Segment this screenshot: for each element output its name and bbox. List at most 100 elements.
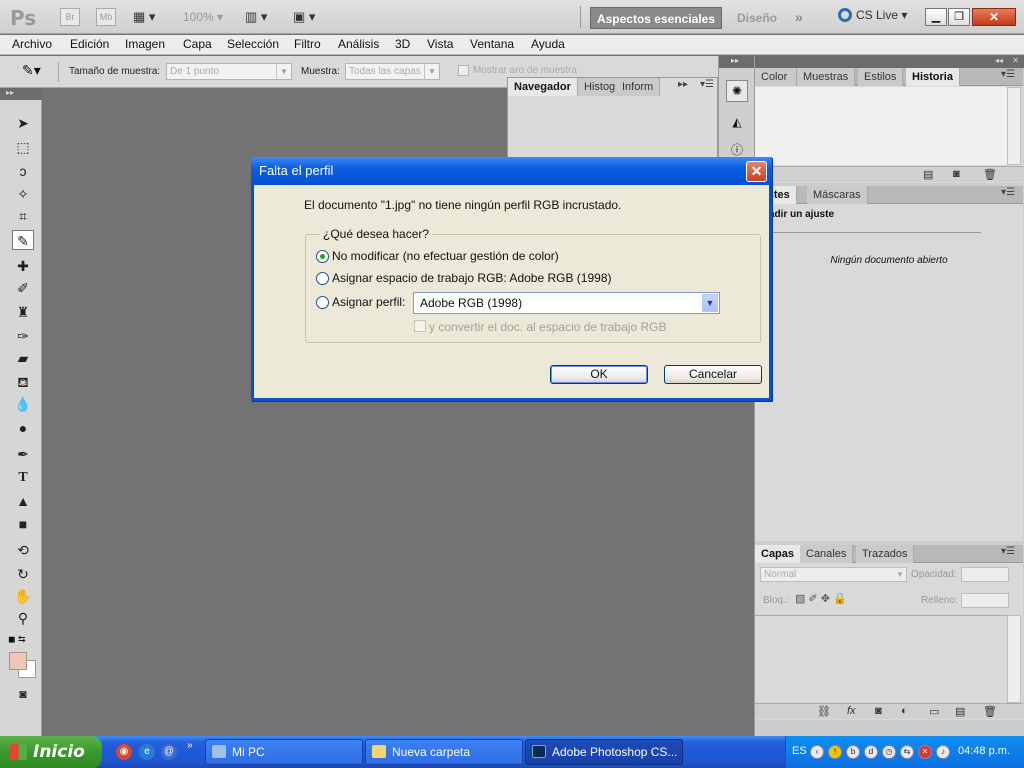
eyedropper-tool-icon[interactable]: ✎ — [12, 230, 34, 250]
lock-icons[interactable]: ▨ ✐ ✥ 🔒 — [795, 592, 847, 605]
menu-analisis[interactable]: Análisis — [338, 37, 379, 51]
3d-orbit-tool-icon[interactable]: ↻ — [12, 564, 34, 584]
cs-live-button[interactable]: CS Live ▾ — [838, 8, 907, 22]
arrange-documents-icon[interactable]: ▥ ▾ — [245, 10, 267, 24]
quick-selection-tool-icon[interactable]: ✧ — [12, 184, 34, 204]
eyedropper-preset-icon[interactable]: ✎▾ — [22, 62, 41, 79]
brush-tool-icon[interactable]: ✐ — [12, 278, 34, 298]
histogram-panel-icon[interactable]: ◭ — [726, 112, 748, 134]
dialog-title-bar[interactable]: Falta el perfil ✕ — [251, 157, 772, 185]
tab-color[interactable]: Color — [755, 68, 797, 86]
history-scrollbar[interactable] — [1007, 87, 1021, 165]
workspace-design-button[interactable]: Diseño — [737, 11, 777, 25]
zoom-tool-icon[interactable]: ⚲ — [12, 608, 34, 628]
ok-button[interactable]: OK — [550, 365, 648, 384]
panel-menu-icon[interactable]: ▾☰ — [700, 79, 714, 90]
collapse-dock-icon[interactable]: ◂◂ — [995, 56, 1003, 65]
zoom-level[interactable]: 100% ▾ — [183, 10, 223, 24]
panel-expand-icon[interactable]: ▸▸ — [678, 79, 688, 90]
tray-d-icon[interactable]: d — [864, 745, 878, 759]
pen-tool-icon[interactable]: ✒ — [12, 444, 34, 464]
sample-select[interactable]: Todas las capas ▼ — [345, 63, 440, 80]
new-group-icon[interactable]: ▭ — [929, 705, 939, 718]
screen-mode-icon[interactable]: ▣ ▾ — [293, 10, 315, 24]
network-error-icon[interactable]: ✕ — [918, 745, 932, 759]
chrome-icon[interactable]: ◉ — [116, 744, 132, 760]
history-brush-tool-icon[interactable]: ✑ — [12, 326, 34, 346]
workspace-essentials-button[interactable]: Aspectos esenciales — [590, 7, 722, 29]
tab-informacion[interactable]: Inform — [616, 78, 661, 96]
menu-ventana[interactable]: Ventana — [470, 37, 514, 51]
default-colors-icon[interactable]: ◼ ⇆ — [8, 634, 26, 645]
radio-no-modificar[interactable] — [316, 250, 329, 263]
tray-clock-icon[interactable]: ◷ — [882, 745, 896, 759]
internet-explorer-icon[interactable]: e — [139, 744, 155, 760]
lasso-tool-icon[interactable]: ↄ — [12, 161, 34, 181]
quick-mask-icon[interactable]: ◙ — [12, 684, 34, 704]
task-nueva-carpeta[interactable]: Nueva carpeta — [365, 739, 523, 765]
blur-tool-icon[interactable]: 💧 — [12, 394, 34, 414]
radio-asignar-perfil[interactable] — [316, 296, 329, 309]
type-tool-icon[interactable]: T — [12, 468, 34, 488]
history-list[interactable] — [755, 87, 1007, 165]
tab-canales[interactable]: Canales — [800, 545, 854, 563]
tab-estilos[interactable]: Estilos — [858, 68, 904, 86]
panel-menu-icon[interactable]: ▾☰ — [1001, 187, 1015, 198]
tab-navegador[interactable]: Navegador — [508, 78, 578, 96]
move-tool-icon[interactable]: ➤ — [12, 113, 34, 133]
network-icon[interactable]: ⇆ — [900, 745, 914, 759]
menu-ayuda[interactable]: Ayuda — [531, 37, 565, 51]
new-document-from-state-icon[interactable]: ▤ — [923, 168, 933, 181]
volume-icon[interactable]: ♪ — [936, 745, 950, 759]
collapse-strip-icon[interactable]: ▸▸ — [719, 56, 755, 68]
language-indicator[interactable]: ES — [792, 745, 807, 757]
cancel-button[interactable]: Cancelar — [664, 365, 762, 384]
eraser-tool-icon[interactable]: ▰ — [12, 348, 34, 368]
radio-asignar-espacio[interactable] — [316, 272, 329, 285]
tray-back-icon[interactable]: ‹ — [810, 745, 824, 759]
radio-no-modificar-label[interactable]: No modificar (no efectuar gestión de col… — [332, 249, 559, 263]
bridge-button[interactable]: Br — [60, 8, 80, 26]
navigator-panel-icon[interactable]: ✺ — [726, 80, 748, 102]
layers-list[interactable] — [755, 615, 1007, 703]
tab-trazados[interactable]: Trazados — [856, 545, 915, 563]
menu-archivo[interactable]: Archivo — [12, 37, 52, 51]
tab-historia[interactable]: Historia — [906, 68, 960, 86]
add-mask-icon[interactable]: ◙ — [875, 705, 882, 717]
dialog-close-button[interactable]: ✕ — [746, 161, 767, 182]
view-extras-icon[interactable]: ▦ ▾ — [133, 10, 155, 24]
layer-style-icon[interactable]: fx — [847, 705, 856, 717]
delete-layer-icon[interactable]: 🗑 — [983, 705, 997, 718]
dodge-tool-icon[interactable]: ● — [12, 418, 34, 438]
menu-3d[interactable]: 3D — [395, 37, 410, 51]
fill-field[interactable] — [961, 593, 1009, 608]
quicklaunch-icon[interactable]: @ — [161, 744, 177, 760]
paint-bucket-tool-icon[interactable]: ⛾ — [12, 372, 34, 392]
opacity-field[interactable] — [961, 567, 1009, 582]
marquee-tool-icon[interactable]: ⬚ — [12, 137, 34, 157]
task-mi-pc[interactable]: Mi PC — [205, 739, 363, 765]
close-window-button[interactable]: ✕ — [972, 8, 1016, 26]
collapse-tools-icon[interactable]: ▸▸ — [0, 88, 42, 100]
panel-menu-icon[interactable]: ▾☰ — [1001, 546, 1015, 557]
start-button[interactable]: Inicio — [0, 736, 102, 768]
rectangle-tool-icon[interactable]: ■ — [12, 514, 34, 534]
tray-b-icon[interactable]: b — [846, 745, 860, 759]
new-layer-icon[interactable]: ▤ — [955, 705, 965, 718]
show-ring-checkbox[interactable] — [458, 65, 469, 76]
menu-seleccion[interactable]: Selección — [227, 37, 279, 51]
hand-tool-icon[interactable]: ✋ — [12, 586, 34, 606]
menu-capa[interactable]: Capa — [183, 37, 212, 51]
menu-filtro[interactable]: Filtro — [294, 37, 321, 51]
clone-stamp-tool-icon[interactable]: ♜ — [12, 302, 34, 322]
blend-mode-select[interactable]: Normal ▼ — [760, 567, 907, 582]
profile-select[interactable]: Adobe RGB (1998) ▼ — [413, 292, 720, 314]
quicklaunch-more-icon[interactable]: » — [187, 740, 193, 751]
adjustment-layer-icon[interactable]: ◐ — [901, 705, 908, 717]
restore-button[interactable]: ❐ — [948, 8, 970, 26]
close-dock-icon[interactable]: ✕ — [1012, 56, 1019, 65]
foreground-color-swatch[interactable] — [9, 652, 27, 670]
healing-brush-tool-icon[interactable]: ✚ — [12, 256, 34, 276]
new-snapshot-icon[interactable]: ◙ — [953, 168, 960, 180]
menu-vista[interactable]: Vista — [427, 37, 453, 51]
